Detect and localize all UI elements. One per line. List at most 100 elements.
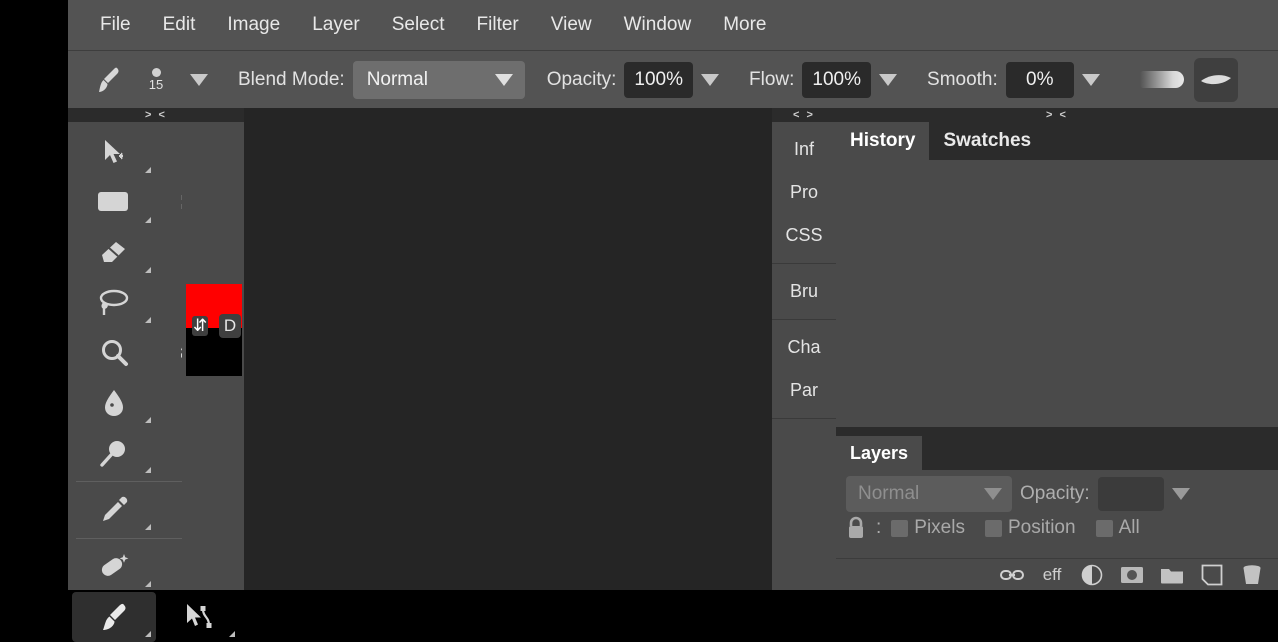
lasso-tool[interactable]: [72, 278, 156, 328]
default-colors-button[interactable]: D: [219, 314, 241, 338]
tab-properties[interactable]: Pro: [772, 171, 836, 214]
menu-item-window[interactable]: Window: [608, 8, 708, 42]
lock-position-label: Position: [1007, 517, 1076, 538]
brush-size-value: 15: [148, 77, 164, 92]
eraser-tool[interactable]: [72, 228, 156, 278]
padlock-icon: [846, 516, 870, 540]
tool-expand-corner: [145, 631, 151, 637]
collapsed-panel-dock: < > Inf Pro CSS Bru Cha Par: [772, 108, 836, 590]
shape-tool[interactable]: [72, 178, 156, 228]
right-dock-collapse-handle[interactable]: > <: [836, 108, 1278, 122]
lock-position-checkbox[interactable]: Position: [984, 517, 1090, 539]
menu-item-filter[interactable]: Filter: [461, 8, 535, 42]
swap-colors-arrows-icon[interactable]: ⇵: [192, 316, 209, 336]
tool-expand-corner: [145, 417, 151, 423]
toolbox-handle-continuation: [182, 108, 244, 122]
artboard-tool[interactable]: [182, 128, 244, 178]
chevron-down-icon: [1081, 73, 1100, 86]
blend-mode-value: Normal: [366, 68, 428, 90]
tab-info[interactable]: Inf: [772, 128, 836, 171]
brush-icon[interactable]: [86, 63, 130, 97]
menu-bar: File Edit Image Layer Select Filter View…: [68, 0, 1278, 50]
image-editor-window: File Edit Image Layer Select Filter View…: [0, 0, 1278, 642]
layer-mask-icon[interactable]: [1120, 565, 1144, 585]
canvas-workspace[interactable]: [244, 108, 772, 590]
brush-tool[interactable]: [72, 592, 156, 642]
checkbox-box: [1095, 519, 1113, 537]
mini-dock-group-3: Cha Par: [772, 320, 836, 419]
opacity-label: Opacity:: [546, 68, 617, 90]
layer-opacity-dropdown-icon[interactable]: [1171, 488, 1190, 500]
layers-controls-row: Normal Opacity:: [836, 470, 1278, 512]
layer-blend-mode-select[interactable]: Normal: [846, 476, 1012, 512]
lock-pixels-label: Pixels: [914, 517, 965, 538]
tab-history[interactable]: History: [836, 122, 930, 160]
layers-collapse-handle[interactable]: [836, 427, 1278, 436]
chevron-down-icon: [190, 73, 208, 86]
healing-brush-tool[interactable]: [72, 542, 156, 592]
tool-expand-corner: [229, 631, 235, 637]
new-group-icon[interactable]: [1160, 565, 1184, 585]
smooth-label: Smooth:: [927, 68, 998, 90]
tab-paragraph[interactable]: Par: [772, 369, 836, 412]
menu-item-layer[interactable]: Layer: [296, 8, 376, 42]
flow-label: Flow:: [749, 68, 795, 90]
menu-item-view[interactable]: View: [535, 8, 608, 42]
checkbox-box: [891, 519, 909, 537]
history-panel-body[interactable]: [836, 160, 1278, 382]
layers-action-bar: eff: [836, 558, 1278, 590]
brush-tip-dot: [151, 68, 161, 77]
tool-expand-corner: [145, 217, 151, 223]
smooth-input[interactable]: 0%: [1005, 61, 1074, 98]
new-layer-icon[interactable]: [1200, 564, 1224, 586]
lock-pixels-checkbox[interactable]: Pixels: [891, 517, 979, 539]
layer-blend-mode-value: Normal: [858, 483, 920, 504]
path-selection-tool[interactable]: [156, 592, 240, 642]
link-layers-icon[interactable]: [1000, 567, 1024, 583]
tapered-stroke-icon[interactable]: [1193, 57, 1238, 102]
tab-brushes[interactable]: Bru: [772, 270, 836, 313]
tool-expand-corner: [145, 581, 151, 587]
flow-dropdown[interactable]: [871, 73, 905, 86]
soft-stroke-preview-icon[interactable]: [1139, 71, 1184, 88]
adjustment-layer-icon[interactable]: [1080, 564, 1104, 586]
layers-panel: Layers Normal Opacity: : Pixels Position…: [836, 427, 1278, 590]
tab-channels[interactable]: Cha: [772, 326, 836, 369]
tool-expand-corner: [145, 167, 151, 173]
tool-expand-corner: [145, 267, 151, 273]
dodge-tool[interactable]: [72, 428, 156, 478]
menu-item-select[interactable]: Select: [376, 8, 461, 42]
opacity-input[interactable]: 100%: [624, 61, 693, 98]
menu-item-file[interactable]: File: [84, 8, 147, 42]
toolbox-third-column: ⇵ D: [182, 108, 244, 590]
move-tool[interactable]: [72, 128, 156, 178]
tab-css[interactable]: CSS: [772, 214, 836, 257]
opacity-dropdown[interactable]: [693, 73, 727, 86]
color-swatches: ⇵ D: [186, 284, 244, 376]
layers-tabstrip: Layers: [836, 436, 1278, 470]
mini-dock-collapse-handle[interactable]: < >: [772, 108, 836, 122]
menu-item-edit[interactable]: Edit: [147, 8, 212, 42]
layer-effects-icon[interactable]: eff: [1040, 565, 1064, 585]
tab-layers[interactable]: Layers: [836, 436, 923, 470]
brush-size-preview[interactable]: 15: [130, 57, 182, 103]
menu-item-more[interactable]: More: [707, 8, 782, 42]
lock-all-checkbox[interactable]: All: [1095, 517, 1154, 539]
blend-mode-select[interactable]: Normal: [352, 60, 525, 99]
chevron-down-icon: [701, 73, 719, 86]
layer-opacity-input[interactable]: [1097, 477, 1164, 511]
left-gutter: [0, 0, 68, 590]
tab-swatches[interactable]: Swatches: [929, 122, 1046, 160]
brush-preset-dropdown[interactable]: [182, 73, 216, 86]
tool-options-bar: 15 Blend Mode: Normal Opacity: 100% Flow…: [68, 50, 1278, 108]
zoom-tool[interactable]: [72, 328, 156, 378]
blur-tool[interactable]: [72, 378, 156, 428]
flow-input[interactable]: 100%: [802, 61, 872, 98]
layer-opacity-label: Opacity:: [1020, 483, 1090, 504]
delete-layer-icon[interactable]: [1240, 564, 1264, 586]
tool-expand-corner: [145, 317, 151, 323]
eyedropper-tool[interactable]: [72, 485, 156, 535]
smooth-dropdown[interactable]: [1074, 73, 1108, 86]
mini-dock-group-1: Inf Pro CSS: [772, 122, 836, 264]
menu-item-image[interactable]: Image: [211, 8, 296, 42]
